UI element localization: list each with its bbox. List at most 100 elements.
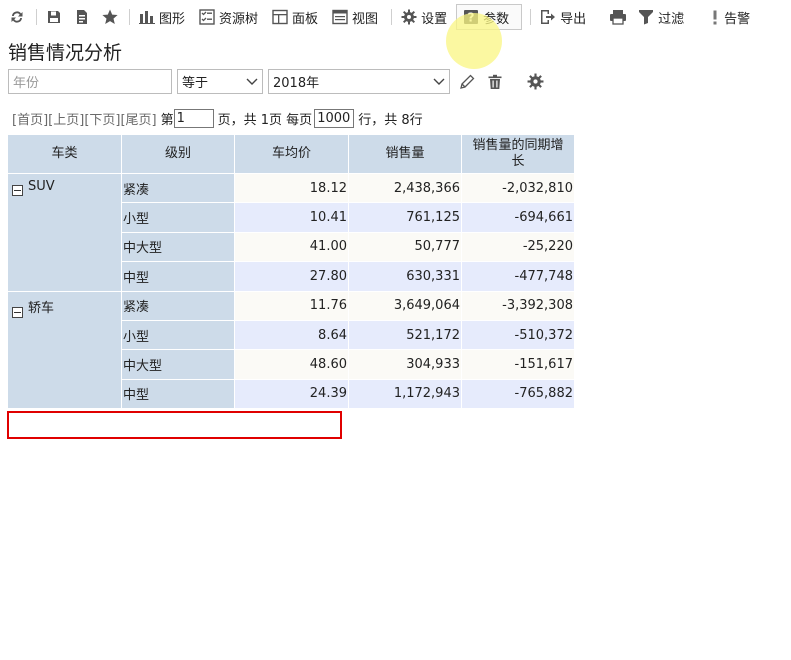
- pager: [首页] [上页] [下页] [尾页] 第 1 页，共 1页 每页 1000 行…: [12, 108, 423, 128]
- edit-pencil-icon[interactable]: [456, 71, 478, 93]
- highlight-annotation-box: [7, 411, 342, 439]
- level-cell: 中型: [121, 378, 235, 410]
- avg-price-cell: 48.60: [234, 349, 349, 380]
- filter-value-select[interactable]: 2018年: [268, 69, 450, 94]
- export-button[interactable]: 导出: [535, 4, 591, 30]
- chart-button[interactable]: 图形: [134, 4, 190, 30]
- collapse-minus-icon[interactable]: [12, 306, 23, 318]
- toolbar-separator: [129, 9, 130, 25]
- gear-icon: [401, 9, 417, 25]
- level-cell: 中型: [121, 261, 235, 292]
- save-icon[interactable]: [41, 4, 67, 30]
- level-cell: 小型: [121, 319, 235, 351]
- filter-operator-value: 等于: [182, 76, 209, 91]
- avg-price-cell: 24.39: [234, 378, 349, 410]
- chevron-down-icon: [246, 78, 258, 85]
- level-cell: 中大型: [121, 349, 235, 380]
- sales-cell: 304,933: [348, 349, 462, 380]
- params-button[interactable]: ? 参数: [456, 4, 523, 30]
- gear-icon[interactable]: [524, 71, 546, 93]
- header-car-type[interactable]: 车类: [7, 134, 122, 174]
- toolbar-separator: [530, 9, 532, 25]
- chart-button-label: 图形: [159, 11, 186, 27]
- sales-cell: 521,172: [348, 319, 462, 351]
- page-title: 销售情况分析: [8, 42, 123, 64]
- toolbar: 图形 资源树 面板 视图 设置 ? 参数 导出 过滤 告警: [0, 0, 791, 34]
- pager-last-link[interactable]: [尾页]: [120, 109, 156, 128]
- checklist-icon: [199, 9, 215, 25]
- yoy-cell: -2,032,810: [461, 172, 575, 204]
- sales-cell: 1,172,943: [348, 378, 462, 410]
- table-row: SUV 紧凑 18.12 2,438,366 -2,032,810: [7, 172, 575, 292]
- view-grid-icon: [332, 9, 348, 25]
- group-cell-sedan: 轿车: [7, 290, 122, 410]
- resource-tree-button-label: 资源树: [219, 11, 259, 27]
- filter-button-label: 过滤: [658, 11, 685, 27]
- params-button-label: 参数: [483, 11, 510, 27]
- pager-page-size-input[interactable]: 1000: [314, 108, 355, 128]
- filter-button[interactable]: 过滤: [633, 4, 689, 30]
- report-table: 车类 级别 车均价 销售量 销售量的同期增长 SUV 紧凑 18.12 2,43…: [7, 134, 575, 410]
- pager-page-prefix: 第: [160, 112, 174, 128]
- export-icon: [541, 10, 556, 24]
- avg-price-cell: 8.64: [234, 319, 349, 351]
- funnel-icon: [639, 10, 654, 25]
- yoy-cell: -3,392,308: [461, 290, 575, 321]
- pager-current-page-input[interactable]: 1: [173, 108, 214, 128]
- pager-next-link[interactable]: [下页]: [84, 109, 120, 128]
- avg-price-cell: 41.00: [234, 231, 349, 263]
- save-as-icon[interactable]: [69, 4, 95, 30]
- favorite-star-icon[interactable]: [97, 4, 123, 30]
- level-cell: 小型: [121, 202, 235, 233]
- collapse-minus-icon[interactable]: [12, 185, 23, 196]
- pager-first-link[interactable]: [首页]: [12, 109, 48, 128]
- header-level[interactable]: 级别: [121, 134, 235, 174]
- header-sales[interactable]: 销售量: [348, 134, 462, 174]
- filter-field-input[interactable]: 年份: [8, 69, 172, 94]
- pager-prev-link[interactable]: [上页]: [48, 109, 84, 128]
- refresh-icon[interactable]: [4, 4, 30, 30]
- pager-rows-suffix: 行，共 8行: [358, 112, 423, 128]
- group-label: 轿车: [28, 300, 55, 316]
- chevron-down-icon: [433, 78, 445, 85]
- resource-tree-button[interactable]: 资源树: [194, 4, 263, 30]
- group-label: SUV: [28, 179, 55, 194]
- exclamation-icon: [713, 10, 717, 25]
- panel-layout-icon: [272, 9, 288, 25]
- panel-button[interactable]: 面板: [267, 4, 323, 30]
- toolbar-separator: [391, 9, 393, 25]
- view-button-label: 视图: [352, 11, 379, 27]
- yoy-cell: -694,661: [461, 202, 575, 233]
- avg-price-cell: 27.80: [234, 261, 349, 292]
- header-sales-yoy[interactable]: 销售量的同期增长: [461, 134, 575, 174]
- sales-cell: 50,777: [348, 231, 462, 263]
- yoy-cell: -510,372: [461, 319, 575, 351]
- print-icon[interactable]: [605, 4, 631, 30]
- filter-operator-select[interactable]: 等于: [177, 69, 263, 94]
- header-avg-price[interactable]: 车均价: [234, 134, 349, 174]
- sales-cell: 761,125: [348, 202, 462, 233]
- group-cell-suv: SUV: [7, 173, 122, 292]
- level-cell: 中大型: [121, 231, 235, 263]
- view-button[interactable]: 视图: [327, 4, 383, 30]
- question-box-icon: ?: [464, 10, 479, 25]
- sales-cell: 3,649,064: [348, 290, 462, 321]
- settings-button-label: 设置: [421, 11, 448, 27]
- alert-button[interactable]: 告警: [705, 4, 755, 30]
- filter-row: 年份 等于 2018年: [8, 69, 546, 94]
- filter-value-text: 2018年: [273, 76, 320, 91]
- settings-button[interactable]: 设置: [396, 4, 452, 30]
- level-cell: 紧凑: [121, 290, 235, 321]
- yoy-cell: -765,882: [461, 378, 575, 410]
- export-button-label: 导出: [560, 11, 587, 27]
- sales-cell: 630,331: [348, 261, 462, 292]
- delete-trash-icon[interactable]: [484, 71, 506, 93]
- yoy-cell: -25,220: [461, 231, 575, 263]
- avg-price-cell: 11.76: [234, 290, 349, 321]
- yoy-cell: -151,617: [461, 349, 575, 380]
- table-header-row: 车类 级别 车均价 销售量 销售量的同期增长: [7, 134, 575, 174]
- toolbar-separator: [36, 9, 37, 25]
- avg-price-cell: 10.41: [234, 202, 349, 233]
- bar-chart-icon: [139, 11, 155, 24]
- svg-text:?: ?: [468, 11, 475, 25]
